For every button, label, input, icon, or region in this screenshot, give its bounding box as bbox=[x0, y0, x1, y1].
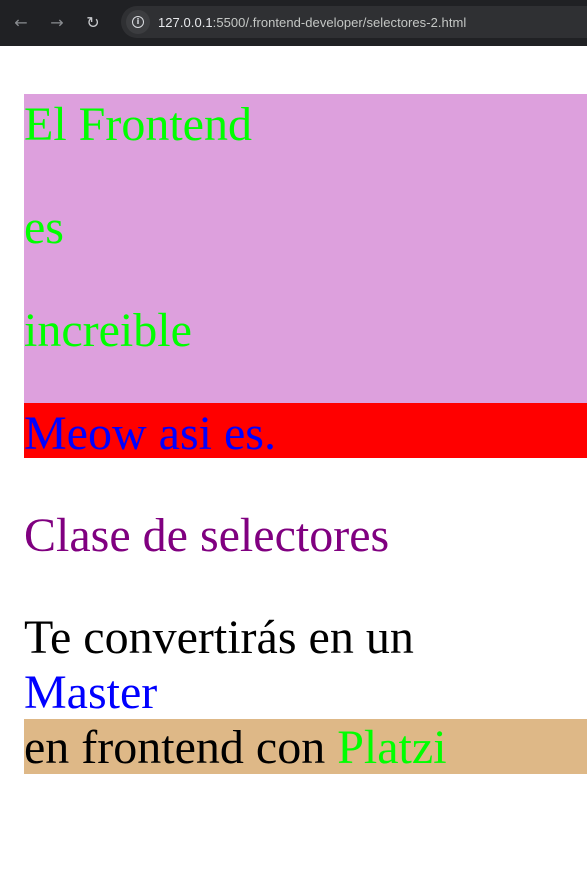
reload-icon[interactable]: ↻ bbox=[80, 9, 106, 35]
te-convertiras-text: Te convertirás en un bbox=[24, 611, 414, 664]
frontend-heading-line-1: El Frontend bbox=[24, 98, 252, 151]
address-bar[interactable]: i 127.0.0.1:5500/.frontend-developer/sel… bbox=[121, 6, 587, 38]
info-icon: i bbox=[132, 16, 144, 28]
clase-selectores-text: Clase de selectores bbox=[24, 509, 390, 562]
back-arrow-icon[interactable]: ← bbox=[8, 9, 34, 35]
en-frontend-line: en frontend con Platzi bbox=[24, 724, 447, 772]
url-text[interactable]: 127.0.0.1:5500/.frontend-developer/selec… bbox=[158, 15, 466, 30]
frontend-heading-line-2: es bbox=[24, 201, 64, 254]
en-frontend-text: en frontend con bbox=[24, 721, 338, 774]
frontend-heading-line-3: increible bbox=[24, 304, 192, 357]
meow-text: Meow asi es. bbox=[24, 407, 276, 460]
master-text: Master bbox=[24, 666, 158, 719]
browser-toolbar: ← → ↻ i 127.0.0.1:5500/.frontend-develop… bbox=[0, 0, 587, 46]
site-info-icon[interactable]: i bbox=[126, 10, 150, 34]
platzi-text: Platzi bbox=[337, 721, 447, 774]
url-path: :5500/.frontend-developer/selectores-2.h… bbox=[212, 14, 467, 30]
forward-arrow-icon[interactable]: → bbox=[44, 9, 70, 35]
url-host: 127.0.0.1 bbox=[158, 14, 213, 30]
